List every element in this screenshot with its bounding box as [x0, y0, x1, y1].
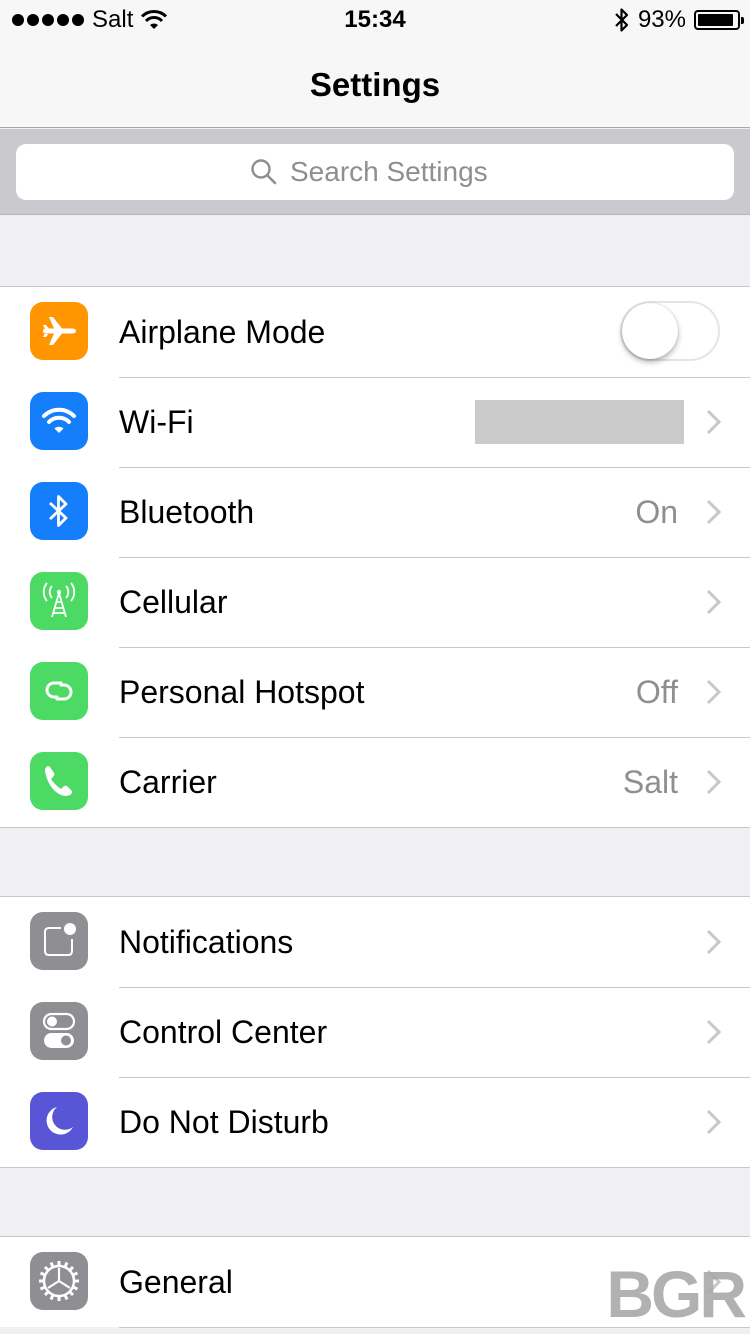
settings-group-notifications: Notifications Control Center Do Not Dist…	[0, 896, 750, 1168]
gear-icon	[30, 1252, 88, 1310]
search-icon	[251, 159, 277, 185]
row-label: Wi-Fi	[119, 403, 194, 440]
airplane-icon	[30, 302, 88, 360]
wifi-network-value-redacted	[475, 400, 684, 444]
row-label: Bluetooth	[119, 493, 255, 530]
settings-row-carrier[interactable]: Carrier Salt	[0, 737, 750, 827]
chevron-right-icon	[706, 1019, 722, 1045]
hotspot-link-icon	[30, 662, 88, 720]
settings-row-notifications[interactable]: Notifications	[0, 897, 750, 987]
row-label: Notifications	[119, 923, 294, 960]
chevron-right-icon	[706, 499, 722, 525]
chevron-right-icon	[706, 1109, 722, 1135]
search-bar-container	[0, 129, 750, 215]
settings-row-airplane-mode[interactable]: Airplane Mode	[0, 287, 750, 377]
battery-percent: 93%	[637, 6, 686, 33]
row-value: On	[635, 493, 678, 530]
navigation-bar: Settings	[0, 40, 750, 128]
search-field[interactable]	[16, 144, 734, 200]
chevron-right-icon	[706, 769, 722, 795]
row-label: Do Not Disturb	[119, 1103, 329, 1140]
settings-row-personal-hotspot[interactable]: Personal Hotspot Off	[0, 647, 750, 737]
control-center-icon	[30, 1002, 88, 1060]
chevron-right-icon	[706, 929, 722, 955]
phone-icon	[30, 752, 88, 810]
settings-row-do-not-disturb[interactable]: Do Not Disturb	[0, 1077, 750, 1167]
wifi-icon	[30, 392, 88, 450]
row-label: Cellular	[119, 583, 228, 620]
battery-icon	[694, 10, 744, 30]
row-label: Carrier	[119, 763, 217, 800]
row-label: Airplane Mode	[119, 313, 326, 350]
row-label: General	[119, 1263, 233, 1300]
search-input[interactable]	[290, 156, 500, 188]
bluetooth-icon	[30, 482, 88, 540]
chevron-right-icon	[706, 679, 722, 705]
settings-row-control-center[interactable]: Control Center	[0, 987, 750, 1077]
bluetooth-status-icon	[615, 8, 629, 32]
toggle-knob[interactable]	[622, 303, 678, 359]
chevron-right-icon	[706, 589, 722, 615]
settings-row-bluetooth[interactable]: Bluetooth On	[0, 467, 750, 557]
status-bar: Salt 15:34 93%	[0, 0, 750, 40]
row-value: Off	[635, 673, 678, 710]
notifications-icon	[30, 912, 88, 970]
row-label: Personal Hotspot	[119, 673, 365, 710]
page-title: Settings	[309, 66, 441, 103]
airplane-mode-toggle[interactable]	[620, 301, 720, 361]
row-value: Salt	[622, 763, 678, 800]
chevron-right-icon	[706, 409, 722, 435]
cell-tower-icon	[30, 572, 88, 630]
bgr-watermark: BGR	[606, 1257, 747, 1331]
settings-row-wifi[interactable]: Wi-Fi	[0, 377, 750, 467]
moon-icon	[30, 1092, 88, 1150]
row-label: Control Center	[119, 1013, 328, 1050]
settings-group-connectivity: Airplane Mode Wi-Fi Bluetooth On Cellula…	[0, 286, 750, 828]
settings-row-cellular[interactable]: Cellular	[0, 557, 750, 647]
